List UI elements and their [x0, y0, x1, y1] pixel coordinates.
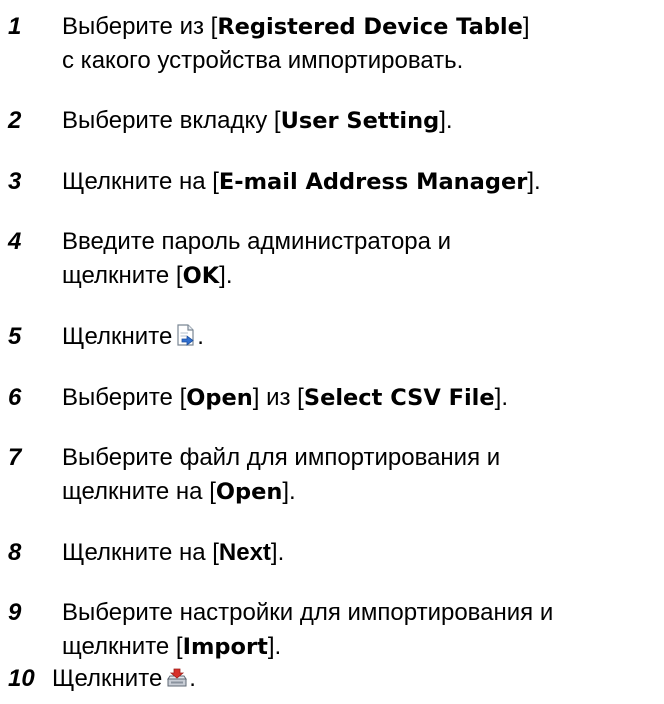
- step-text: Выберите вкладку [User Setting].: [62, 107, 453, 134]
- step-text: Введите пароль администратора и щелкните…: [62, 228, 452, 289]
- ui-term: User Setting: [280, 108, 440, 134]
- step-number: 9: [8, 599, 22, 626]
- ui-term: E-mail Address Manager: [218, 169, 528, 195]
- step-number: 5: [8, 323, 22, 350]
- step-text: Выберите [Open] из [Select CSV File].: [62, 384, 509, 411]
- instruction-steps: 1 Выберите из [Registered Device Table] …: [0, 0, 664, 704]
- import-document-icon: [176, 322, 196, 356]
- step-text: Щелкните .: [52, 662, 648, 698]
- ui-term: Registered Device Table: [217, 14, 523, 40]
- step-number: 3: [8, 168, 22, 195]
- step-number: 8: [8, 539, 22, 566]
- ui-term: Select CSV File: [303, 385, 495, 411]
- step-number: 1: [8, 13, 22, 40]
- ui-term: OK: [182, 263, 220, 289]
- ui-term: Open: [186, 385, 253, 411]
- step-text: Щелкните .: [62, 320, 658, 356]
- step-number: 2: [8, 107, 22, 134]
- step-text: Выберите файл для импортирования и щелкн…: [62, 444, 501, 505]
- step-number: 4: [8, 228, 22, 255]
- step-text: Выберите из [Registered Device Table] с …: [62, 13, 530, 74]
- step-text: Выберите настройки для импортирования и …: [62, 599, 554, 660]
- step-number: 7: [8, 444, 22, 471]
- device-write-icon: [166, 664, 188, 698]
- ui-term: Next: [218, 539, 271, 566]
- step-number: 6: [8, 384, 22, 411]
- step-text: Щелкните на [Next].: [62, 539, 285, 566]
- step-number: 10: [8, 665, 35, 692]
- ui-term: Import: [182, 634, 268, 660]
- step-text: Щелкните на [E-mail Address Manager].: [62, 168, 541, 195]
- ui-term: Open: [215, 479, 283, 505]
